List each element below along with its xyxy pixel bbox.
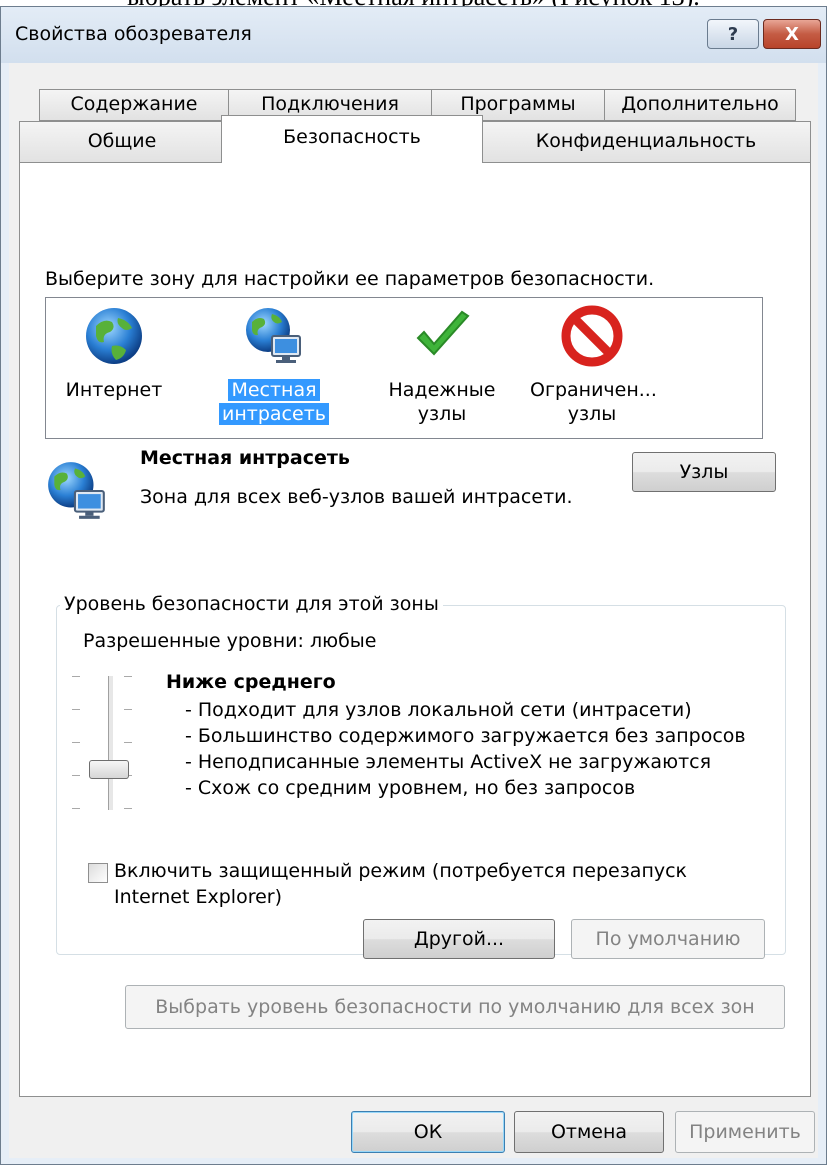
default-level-button[interactable]: По умолчанию bbox=[571, 919, 765, 959]
level-bullet-2: - Большинство содержимого загружается бе… bbox=[185, 725, 746, 747]
tab-general[interactable]: Общие bbox=[19, 121, 225, 163]
zone-prompt: Выберите зону для настройки ее параметро… bbox=[45, 268, 655, 290]
close-icon: X bbox=[785, 23, 799, 45]
globe-icon bbox=[86, 308, 142, 364]
close-button[interactable]: X bbox=[763, 19, 821, 49]
slider-tick bbox=[124, 676, 132, 677]
zone-trusted-label-2: узлы bbox=[417, 403, 467, 425]
window-title: Свойства обозревателя bbox=[15, 23, 252, 45]
security-tab-panel: Выберите зону для настройки ее параметро… bbox=[19, 162, 811, 1097]
cancel-button[interactable]: Отмена bbox=[514, 1111, 664, 1153]
zone-trusted-label-1: Надежные bbox=[388, 379, 496, 401]
restricted-icon bbox=[561, 305, 623, 367]
protected-mode-label-1[interactable]: Включить защищенный режим (потребуется п… bbox=[114, 860, 687, 882]
protected-mode-label-2[interactable]: Internet Explorer) bbox=[114, 886, 282, 908]
zone-title: Местная интрасеть bbox=[140, 447, 350, 469]
slider-tick bbox=[124, 808, 132, 809]
level-bullet-1: - Подходит для узлов локальной сети (инт… bbox=[185, 699, 692, 721]
help-button[interactable]: ? bbox=[707, 19, 759, 49]
reset-all-zones-button[interactable]: Выбрать уровень безопасности по умолчани… bbox=[125, 985, 785, 1029]
title-bar[interactable]: Свойства обозревателя ? X bbox=[1, 7, 826, 63]
slider-tick bbox=[72, 775, 80, 776]
level-bullet-3: - Неподписанные элементы ActiveX не загр… bbox=[185, 751, 712, 773]
sites-button[interactable]: Узлы bbox=[632, 452, 776, 492]
help-icon: ? bbox=[727, 23, 739, 45]
tab-privacy[interactable]: Конфиденциальность bbox=[481, 121, 811, 163]
tab-advanced[interactable]: Дополнительно bbox=[604, 89, 796, 121]
tab-content[interactable]: Содержание bbox=[39, 89, 229, 121]
slider-tick bbox=[72, 742, 80, 743]
allowed-levels-text: Разрешенные уровни: любые bbox=[83, 630, 377, 652]
slider-tick bbox=[72, 709, 80, 710]
level-bullet-4: - Схож со средним уровнем, но без запрос… bbox=[185, 777, 636, 799]
dialog-client-area: Содержание Подключения Программы Дополни… bbox=[9, 63, 818, 1158]
security-level-name: Ниже среднего bbox=[166, 671, 336, 693]
checkmark-icon bbox=[416, 310, 470, 356]
slider-thumb[interactable] bbox=[89, 760, 129, 779]
slider-track[interactable] bbox=[108, 676, 114, 810]
zone-list[interactable]: Интернет Местная интрасеть Надежные узлы… bbox=[45, 297, 763, 439]
zone-internet-label: Интернет bbox=[65, 379, 163, 401]
zone-local-intranet-label-2: интрасеть bbox=[219, 403, 329, 425]
ok-button[interactable]: ОК bbox=[351, 1111, 505, 1153]
slider-tick bbox=[124, 709, 132, 710]
slider-tick bbox=[72, 808, 80, 809]
slider-tick bbox=[124, 742, 132, 743]
zone-description: Зона для всех веб-узлов вашей интрасети. bbox=[140, 486, 573, 508]
tab-security[interactable]: Безопасность bbox=[221, 115, 483, 163]
protected-mode-checkbox[interactable] bbox=[88, 863, 108, 883]
internet-options-dialog: Свойства обозревателя ? X Содержание Под… bbox=[0, 6, 827, 1165]
zone-restricted-label-2: узлы bbox=[567, 403, 617, 425]
custom-level-button[interactable]: Другой... bbox=[363, 919, 555, 959]
intranet-zone-icon bbox=[48, 462, 105, 519]
zone-restricted-label-1: Ограничен... bbox=[530, 379, 657, 401]
security-level-legend: Уровень безопасности для этой зоны bbox=[60, 593, 443, 615]
zone-local-intranet-label-1: Местная bbox=[228, 379, 320, 401]
intranet-icon bbox=[246, 308, 301, 363]
slider-tick bbox=[72, 676, 80, 677]
apply-button[interactable]: Применить bbox=[675, 1111, 815, 1153]
